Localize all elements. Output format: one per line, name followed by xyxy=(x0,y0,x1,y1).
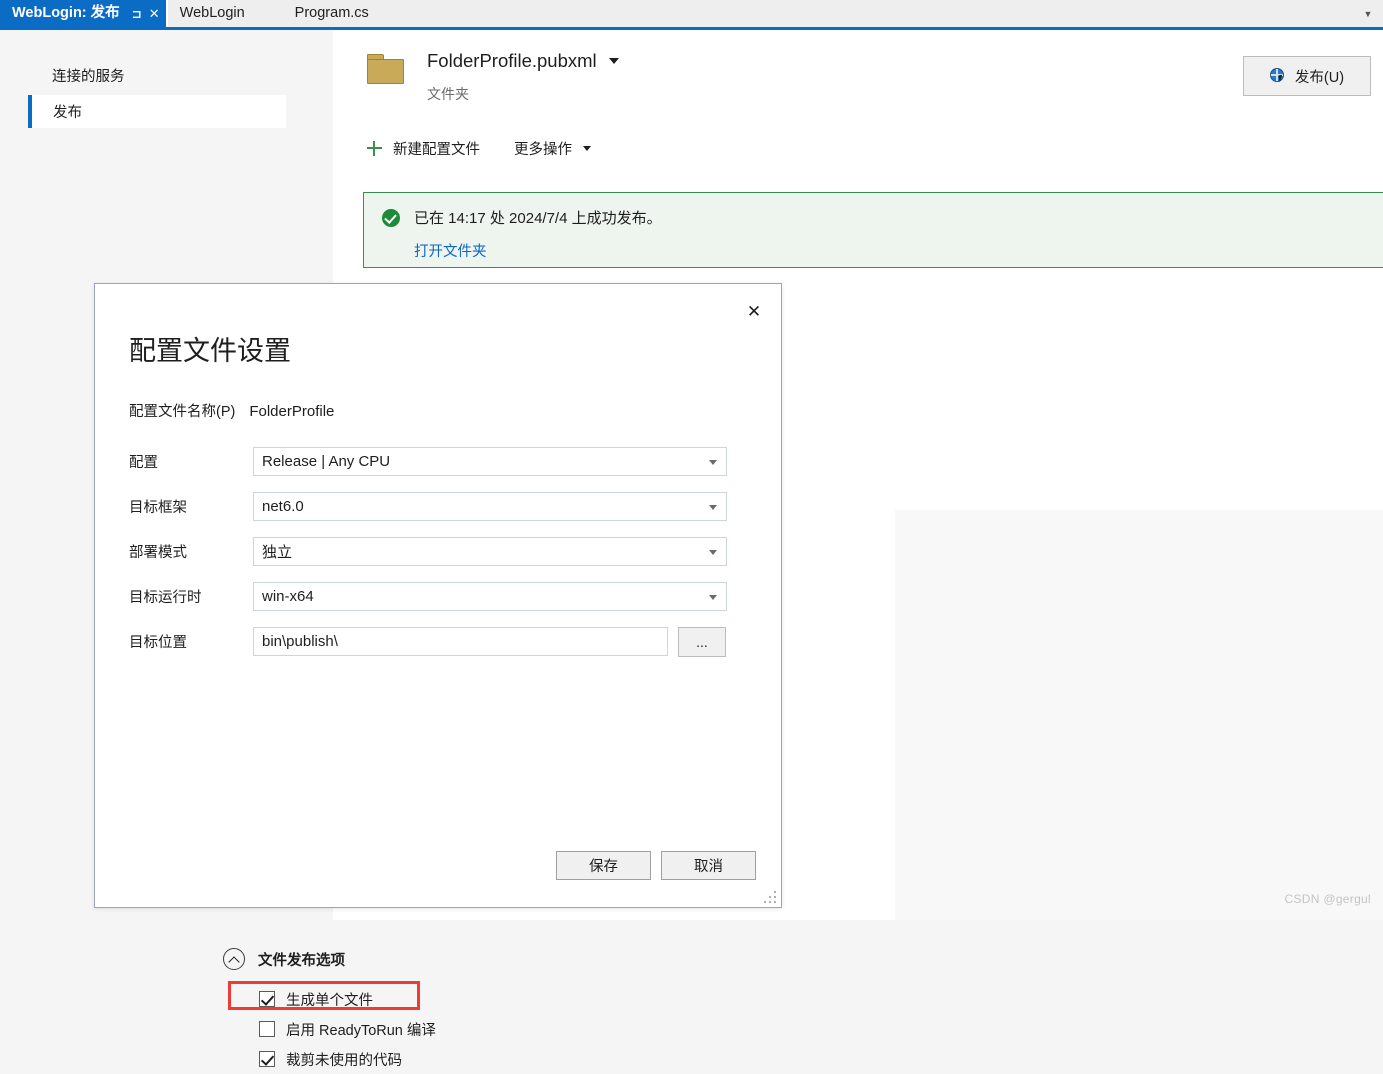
dialog-title: 配置文件设置 xyxy=(129,336,291,366)
main-content-lower-shade xyxy=(895,510,1383,920)
target-framework-select[interactable]: net6.0 xyxy=(253,492,727,521)
chevron-down-icon xyxy=(709,459,717,465)
sidebar-header-connected-services: 连接的服务 xyxy=(52,69,125,85)
profile-name-label: 配置文件名称(P) xyxy=(129,404,236,420)
plus-icon xyxy=(367,141,382,156)
field-target-location-label: 目标位置 xyxy=(129,635,187,651)
field-configuration-label: 配置 xyxy=(129,455,158,471)
chevron-up-icon[interactable] xyxy=(223,948,245,970)
checkbox-enable-readytorun[interactable] xyxy=(259,1021,275,1037)
checkbox-produce-single-file-label: 生成单个文件 xyxy=(286,992,373,1009)
tab-label: WebLogin: 发布 xyxy=(12,5,120,22)
chevron-down-icon xyxy=(583,146,591,151)
file-publish-options-section-header[interactable]: 文件发布选项 xyxy=(223,948,345,970)
field-target-framework-row: 目标框架 net6.0 xyxy=(129,484,761,529)
watermark: CSDN @gergul xyxy=(1284,892,1371,906)
target-location-input[interactable]: bin\publish\ xyxy=(253,627,668,656)
sidebar-selection-accent xyxy=(28,95,32,128)
tab-overflow-chevron-down-icon[interactable]: ▼ xyxy=(1353,0,1383,27)
checkbox-produce-single-file[interactable] xyxy=(259,991,275,1007)
tab-weblogin[interactable]: WebLogin xyxy=(167,0,257,27)
dialog-button-row: 保存 取消 xyxy=(556,851,756,880)
deployment-mode-select[interactable]: 独立 xyxy=(253,537,727,566)
tab-action-icons: ⊐ ✕ xyxy=(132,7,160,20)
target-framework-value: net6.0 xyxy=(262,498,304,515)
sidebar-item-label: 发布 xyxy=(53,105,82,121)
target-runtime-select[interactable]: win-x64 xyxy=(253,582,727,611)
field-configuration-row: 配置 Release | Any CPU xyxy=(129,439,761,484)
checkbox-trim-unused-code-label: 裁剪未使用的代码 xyxy=(286,1052,402,1069)
folder-icon xyxy=(367,54,405,84)
sidebar-item-publish[interactable]: 发布 xyxy=(28,95,286,128)
checkbox-enable-readytorun-row[interactable]: 启用 ReadyToRun 编译 xyxy=(259,1014,436,1044)
field-target-location-row: 目标位置 bin\publish\ ... xyxy=(129,619,761,664)
publish-globe-icon xyxy=(1269,67,1287,85)
publish-button-label: 发布(U) xyxy=(1294,69,1345,86)
field-deployment-mode-row: 部署模式 独立 xyxy=(129,529,761,574)
more-actions-button[interactable]: 更多操作 xyxy=(514,138,591,159)
tab-program-cs[interactable]: Program.cs xyxy=(256,0,381,27)
browse-button[interactable]: ... xyxy=(678,626,726,657)
chevron-down-icon xyxy=(709,549,717,555)
status-message: 已在 14:17 处 2024/7/4 上成功发布。 xyxy=(414,210,662,227)
checkbox-trim-unused-code[interactable] xyxy=(259,1051,275,1067)
publish-profile-header: FolderProfile.pubxml 文件夹 xyxy=(367,50,619,104)
pin-icon[interactable]: ⊐ xyxy=(132,8,142,20)
cancel-button[interactable]: 取消 xyxy=(661,851,756,880)
dialog-form: 配置 Release | Any CPU 目标框架 net6.0 部署模式 独立… xyxy=(129,439,761,664)
success-check-icon xyxy=(382,208,400,227)
new-profile-button[interactable]: 新建配置文件 xyxy=(367,138,480,159)
save-button[interactable]: 保存 xyxy=(556,851,651,880)
tab-label: WebLogin xyxy=(179,5,245,22)
configuration-select[interactable]: Release | Any CPU xyxy=(253,447,727,476)
publish-button[interactable]: 发布(U) xyxy=(1243,56,1371,96)
close-icon[interactable]: ✕ xyxy=(741,298,767,324)
publish-toolbar: 新建配置文件 更多操作 xyxy=(367,138,591,159)
target-runtime-value: win-x64 xyxy=(262,588,314,605)
publish-status-banner: 已在 14:17 处 2024/7/4 上成功发布。 打开文件夹 xyxy=(363,192,1383,268)
open-folder-link[interactable]: 打开文件夹 xyxy=(414,240,1383,261)
profile-settings-dialog: ✕ 配置文件设置 配置文件名称(P) FolderProfile 配置 Rele… xyxy=(94,283,782,1069)
checkbox-produce-single-file-row[interactable]: 生成单个文件 xyxy=(259,984,436,1014)
tab-bar-spacer xyxy=(380,0,1353,27)
section-title: 文件发布选项 xyxy=(258,952,345,969)
resize-grip-icon[interactable] xyxy=(764,891,777,904)
profile-chevron-down-icon[interactable] xyxy=(608,58,619,64)
close-icon[interactable]: ✕ xyxy=(149,7,160,20)
tab-label: Program.cs xyxy=(294,5,369,22)
editor-tab-bar: WebLogin: 发布 ⊐ ✕ WebLogin Program.cs ▼ xyxy=(0,0,1383,27)
more-actions-label: 更多操作 xyxy=(514,142,572,158)
checkbox-enable-readytorun-label: 启用 ReadyToRun 编译 xyxy=(286,1022,436,1039)
profile-name-value: FolderProfile xyxy=(249,403,335,420)
tab-weblogin-publish[interactable]: WebLogin: 发布 ⊐ ✕ xyxy=(0,0,166,27)
field-target-runtime-label: 目标运行时 xyxy=(129,590,202,606)
field-target-framework-label: 目标框架 xyxy=(129,500,187,516)
new-profile-label: 新建配置文件 xyxy=(393,142,480,158)
configuration-value: Release | Any CPU xyxy=(262,453,391,470)
checkbox-trim-unused-code-row[interactable]: 裁剪未使用的代码 xyxy=(259,1044,436,1074)
chevron-down-icon xyxy=(709,594,717,600)
field-target-runtime-row: 目标运行时 win-x64 xyxy=(129,574,761,619)
chevron-down-icon xyxy=(709,504,717,510)
deployment-mode-value: 独立 xyxy=(262,544,293,561)
file-publish-options-list: 生成单个文件 启用 ReadyToRun 编译 裁剪未使用的代码 xyxy=(259,984,436,1074)
target-location-value: bin\publish\ xyxy=(262,633,338,650)
field-deployment-mode-label: 部署模式 xyxy=(129,545,187,561)
page-title: FolderProfile.pubxml xyxy=(427,50,597,71)
profile-name-field: 配置文件名称(P) FolderProfile xyxy=(129,400,334,421)
profile-subtitle: 文件夹 xyxy=(427,86,469,102)
